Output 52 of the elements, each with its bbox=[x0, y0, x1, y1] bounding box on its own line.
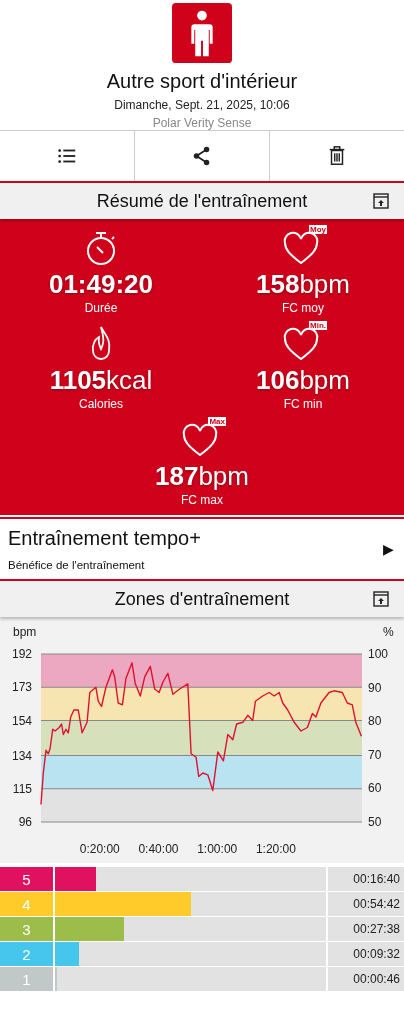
stat-label: FC moy bbox=[282, 301, 324, 315]
y-axis-label: 192 bbox=[11, 647, 32, 661]
x-axis-label: 1:00:00 bbox=[197, 842, 238, 856]
zone-number: 2 bbox=[0, 942, 53, 966]
zone-time: 00:00:46 bbox=[328, 967, 404, 991]
y-axis-label: 115 bbox=[12, 781, 32, 796]
percent-axis-label: 90 bbox=[368, 680, 382, 695]
percent-axis-title: % bbox=[383, 625, 394, 639]
person-icon bbox=[171, 3, 233, 63]
y-axis-label: 134 bbox=[11, 748, 32, 763]
percent-axis-label: 100 bbox=[368, 647, 389, 661]
section-title: Zones d'entraînement bbox=[114, 588, 290, 610]
x-axis-label: 1:20:00 bbox=[255, 842, 296, 856]
percent-axis-label: 80 bbox=[368, 714, 382, 729]
zone-time: 00:09:32 bbox=[328, 942, 404, 966]
stat-value: 187bpm bbox=[155, 461, 249, 492]
heart-badge: Min. bbox=[309, 321, 327, 330]
stat-value: 1105kcal bbox=[49, 365, 153, 396]
benefit-subtitle: Bénéfice de l'entraînement bbox=[8, 559, 146, 571]
y-axis-label: 173 bbox=[11, 680, 32, 695]
stat-label: FC max bbox=[181, 493, 223, 507]
stat-value: 158bpm bbox=[256, 269, 350, 300]
stat-value: 01:49:20 bbox=[48, 269, 154, 300]
heart-badge: Moy bbox=[309, 225, 327, 234]
x-axis-label: 0:40:00 bbox=[138, 842, 179, 856]
percent-axis-label: 70 bbox=[368, 747, 382, 762]
section-title: Résumé de l'entraînement bbox=[96, 190, 308, 212]
stat-value: 106bpm bbox=[256, 365, 350, 396]
device-name: Polar Verity Sense bbox=[152, 116, 252, 130]
date-text: Dimanche, Sept. 21, 2025, 10:06 bbox=[114, 98, 290, 112]
collapse-button[interactable] bbox=[372, 192, 390, 210]
heart-badge: Max bbox=[208, 417, 226, 426]
zone-number: 1 bbox=[0, 967, 53, 991]
y-axis-label: 96 bbox=[18, 815, 32, 829]
y-axis-label: 154 bbox=[11, 713, 32, 728]
zone-time: 00:16:40 bbox=[328, 867, 404, 891]
zone-number: 3 bbox=[0, 917, 53, 941]
benefit-title: Entraînement tempo+ bbox=[8, 527, 202, 550]
stat-label: FC min bbox=[283, 397, 323, 411]
zone-number: 5 bbox=[0, 867, 53, 891]
zone-time: 00:27:38 bbox=[328, 917, 404, 941]
stat-label: Durée bbox=[84, 301, 118, 315]
y-axis-title: bpm bbox=[13, 625, 37, 639]
zone-number: 4 bbox=[0, 892, 53, 916]
expand-arrow[interactable]: ▶ bbox=[383, 541, 394, 557]
percent-axis-label: 60 bbox=[368, 781, 382, 796]
x-axis-label: 0:20:00 bbox=[79, 842, 120, 856]
collapse-button[interactable] bbox=[372, 590, 390, 608]
zone-time: 00:54:42 bbox=[328, 892, 404, 916]
percent-axis-label: 50 bbox=[368, 815, 382, 829]
activity-title: Autre sport d'intérieur bbox=[106, 70, 298, 93]
stat-label: Calories bbox=[79, 397, 123, 411]
